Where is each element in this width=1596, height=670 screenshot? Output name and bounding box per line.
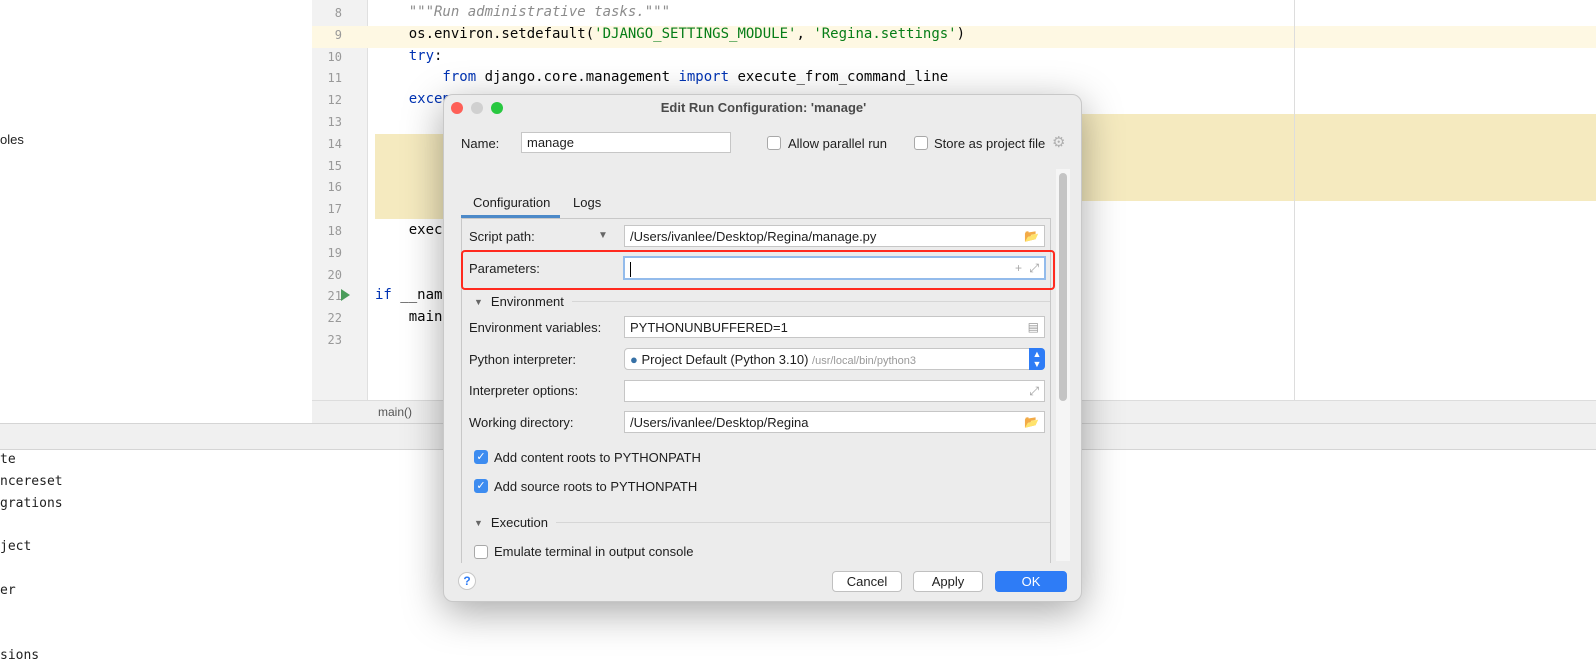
- list-icon[interactable]: ▤: [1028, 320, 1039, 334]
- line-number: 14: [327, 136, 342, 151]
- source-roots-label: Add source roots to PYTHONPATH: [494, 479, 698, 494]
- code-token: 'DJANGO_SETTINGS_MODULE': [594, 25, 797, 42]
- code-line[interactable]: try:: [375, 47, 443, 64]
- line-number: 11: [327, 71, 342, 86]
- parameters-label: Parameters:: [469, 261, 540, 276]
- python-icon: ●: [630, 352, 638, 367]
- gear-icon[interactable]: ⚙: [1052, 133, 1065, 151]
- script-path-label: Script path:: [469, 229, 535, 244]
- allow-parallel-checkbox[interactable]: [767, 136, 781, 150]
- interpreter-label: Python interpreter:: [469, 352, 576, 367]
- code-token: excep: [375, 91, 451, 108]
- code-line[interactable]: excep: [375, 91, 451, 107]
- line-number: 21: [327, 289, 342, 304]
- line-number: 15: [327, 158, 342, 173]
- script-path-input[interactable]: /Users/ivanlee/Desktop/Regina/manage.py 📂: [624, 225, 1045, 247]
- code-line[interactable]: execu: [375, 222, 451, 238]
- line-number: 22: [327, 311, 342, 326]
- store-project-label: Store as project file: [934, 136, 1046, 151]
- line-number: 18: [327, 224, 342, 238]
- code-token: """Run administrative tasks.""": [375, 4, 671, 20]
- run-output-line: te: [0, 452, 16, 467]
- script-type-dropdown[interactable]: ▼: [598, 230, 608, 241]
- dialog-scrollbar[interactable]: [1056, 169, 1070, 561]
- tab-logs[interactable]: Logs: [573, 195, 601, 210]
- env-vars-input[interactable]: PYTHONUNBUFFERED=1 ▤: [624, 316, 1045, 338]
- line-number: 20: [327, 267, 342, 282]
- help-button[interactable]: ?: [458, 572, 476, 590]
- code-token: :: [434, 47, 443, 64]
- line-number: 8: [334, 6, 342, 20]
- code-token: if: [375, 287, 392, 304]
- code-token: 'Regina.settings': [813, 25, 957, 42]
- workdir-label: Working directory:: [469, 415, 574, 430]
- name-label: Name:: [461, 136, 500, 151]
- run-output-line: ject: [0, 539, 32, 555]
- tab-configuration[interactable]: Configuration: [473, 195, 550, 210]
- run-output-line: er: [0, 582, 16, 598]
- run-output-line: sions: [0, 648, 40, 664]
- folder-icon[interactable]: 📂: [1024, 229, 1039, 243]
- cancel-button[interactable]: Cancel: [832, 571, 902, 592]
- environment-section[interactable]: ▼ Environment: [474, 294, 1050, 309]
- run-gutter-icon[interactable]: [341, 289, 350, 301]
- folder-icon[interactable]: 📂: [1024, 415, 1039, 429]
- expand-icon[interactable]: ⤢: [1029, 384, 1039, 399]
- code-token: ,: [796, 25, 814, 42]
- line-number: 12: [327, 93, 342, 108]
- code-line[interactable]: r: [375, 113, 451, 129]
- line-number: 19: [327, 245, 342, 260]
- content-roots-checkbox[interactable]: ✓: [474, 450, 488, 464]
- code-line[interactable]: from django.core.management import execu…: [375, 69, 948, 85]
- code-token: from: [375, 69, 477, 86]
- code-token: ): [956, 25, 966, 42]
- code-token: os.environ.setdefault(: [375, 25, 595, 42]
- dialog-title: Edit Run Configuration: 'manage': [660, 100, 867, 115]
- workdir-input[interactable]: /Users/ivanlee/Desktop/Regina 📂: [624, 411, 1045, 433]
- code-token: import: [678, 69, 730, 86]
- interp-options-input[interactable]: ⤢: [624, 380, 1045, 402]
- store-project-checkbox[interactable]: [914, 136, 928, 150]
- run-output-line: ncereset: [0, 473, 63, 489]
- edit-run-configuration-dialog: Edit Run Configuration: 'manage' Name: m…: [443, 94, 1082, 602]
- code-line[interactable]: if __name: [375, 287, 451, 303]
- interpreter-select[interactable]: ● Project Default (Python 3.10) /usr/loc…: [624, 348, 1045, 370]
- line-number: 9: [334, 27, 342, 42]
- apply-button[interactable]: Apply: [913, 571, 983, 592]
- select-arrows-icon[interactable]: ▲ ▼: [1029, 348, 1045, 370]
- breadcrumb-item[interactable]: main(): [378, 405, 412, 419]
- code-token: execu: [375, 222, 451, 238]
- code-line[interactable]: main(: [375, 309, 451, 325]
- name-input[interactable]: manage: [521, 132, 731, 153]
- code-line[interactable]: os.environ.setdefault('DJANGO_SETTINGS_M…: [375, 26, 965, 42]
- code-token: r: [375, 113, 451, 129]
- line-number: 13: [327, 115, 342, 129]
- code-token: execute_from_command_line: [729, 69, 949, 86]
- line-number: 10: [327, 49, 342, 64]
- execution-section[interactable]: ▼ Execution: [474, 515, 1050, 530]
- code-token: try: [375, 47, 435, 64]
- allow-parallel-label: Allow parallel run: [788, 136, 887, 151]
- line-number: 23: [327, 333, 342, 347]
- code-token: django.core.management: [476, 69, 679, 86]
- content-roots-label: Add content roots to PYTHONPATH: [494, 450, 701, 465]
- code-line[interactable]: ): [375, 200, 451, 217]
- code-token: ): [375, 200, 451, 217]
- expand-icon[interactable]: ⤢: [1029, 261, 1039, 276]
- parameters-input[interactable]: + ⤢: [623, 256, 1046, 280]
- code-line[interactable]: """Run administrative tasks.""": [375, 4, 670, 20]
- run-output-line: grations: [0, 495, 63, 511]
- source-roots-checkbox[interactable]: ✓: [474, 479, 488, 493]
- interp-options-label: Interpreter options:: [469, 383, 579, 398]
- emulate-terminal-checkbox[interactable]: [474, 545, 488, 559]
- ok-button[interactable]: OK: [995, 571, 1067, 592]
- line-number: 16: [327, 180, 342, 195]
- env-vars-label: Environment variables:: [469, 320, 602, 335]
- add-icon[interactable]: +: [1015, 261, 1022, 275]
- line-number: 17: [327, 202, 342, 217]
- code-token: main(: [375, 309, 451, 326]
- run-output: te ncereset grations ject er sions: [0, 452, 440, 670]
- emulate-terminal-label: Emulate terminal in output console: [494, 544, 694, 559]
